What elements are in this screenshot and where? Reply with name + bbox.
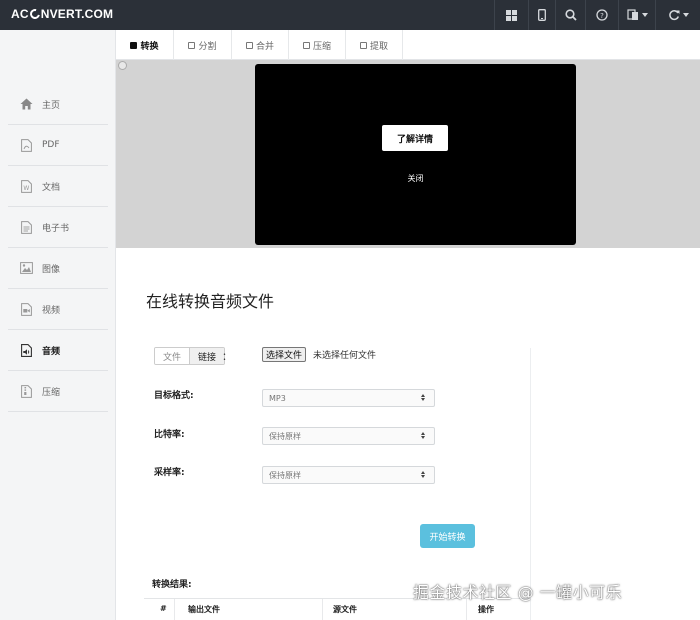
tab-split[interactable]: 分割 — [174, 30, 232, 60]
column-divider — [174, 599, 175, 620]
mobile-button[interactable] — [528, 0, 555, 30]
sidebar-item-pdf[interactable]: PDF — [8, 125, 108, 166]
sidebar-item-label: 主页 — [42, 100, 61, 111]
sidebar-item-ebook[interactable]: 电子书 — [8, 207, 108, 248]
site-logo[interactable]: AC NVERT.COM — [11, 7, 113, 21]
col-index: # — [160, 604, 167, 613]
ebook-icon — [19, 220, 33, 234]
choose-file-button[interactable]: 选择文件 — [262, 347, 307, 362]
image-icon — [19, 261, 33, 275]
language-button[interactable] — [618, 0, 655, 30]
ad-close-link[interactable]: 关闭 — [255, 173, 576, 184]
watermark: 掘金技术社区 @ 一罐小可乐 — [413, 583, 623, 602]
tab-label: 压缩 — [312, 41, 331, 52]
pdf-icon — [19, 138, 33, 152]
sidebar-item-label: 文档 — [42, 182, 61, 193]
source-toggle: 文件 链接 — [154, 347, 226, 365]
mobile-icon — [538, 9, 546, 21]
bitrate-select[interactable]: 保持原样 — [262, 427, 435, 445]
sidebar-item-video[interactable]: 视频 — [8, 289, 108, 330]
select-arrows-icon — [421, 394, 425, 401]
top-navbar: AC NVERT.COM ? — [0, 0, 700, 30]
select-arrows-icon — [421, 432, 425, 439]
col-source-file: 源文件 — [333, 605, 357, 614]
svg-text:?: ? — [600, 12, 604, 20]
tab-compress[interactable]: 压缩 — [289, 30, 346, 60]
col-actions: 操作 — [478, 605, 494, 614]
sidebar-item-label: PDF — [42, 140, 60, 150]
sidebar-item-image[interactable]: 图像 — [8, 248, 108, 289]
sample-rate-value: 保持原样 — [269, 470, 301, 480]
start-convert-button[interactable]: 开始转换 — [420, 524, 475, 548]
document-icon: W — [19, 179, 33, 193]
sidebar-item-archive[interactable]: 压缩 — [8, 371, 108, 412]
tab-label: 转换 — [140, 41, 159, 52]
square-icon — [359, 41, 367, 49]
audio-icon — [19, 343, 33, 357]
video-icon — [19, 302, 33, 316]
sidebar-item-label: 视频 — [42, 305, 61, 316]
home-icon — [19, 97, 33, 111]
column-divider — [322, 599, 323, 620]
ad-learn-more-button[interactable]: 了解详情 — [382, 125, 448, 151]
tab-extract[interactable]: 提取 — [346, 30, 403, 60]
search-button[interactable] — [555, 0, 585, 30]
target-format-value: MP3 — [269, 393, 286, 403]
result-title: 转换结果: — [152, 580, 192, 590]
sidebar-item-audio[interactable]: 音频 — [8, 330, 108, 371]
tab-label: 分割 — [198, 41, 217, 52]
tab-merge[interactable]: 合并 — [232, 30, 289, 60]
select-arrows-icon — [421, 471, 425, 478]
sidebar-item-label: 电子书 — [42, 223, 70, 234]
svg-text:W: W — [23, 185, 29, 192]
sidebar: 主页 PDF W 文档 电子书 图像 视频 音频 压缩 — [0, 30, 116, 620]
tab-label: 提取 — [369, 41, 388, 52]
help-button[interactable]: ? — [585, 0, 618, 30]
logo-ring-icon — [27, 7, 42, 21]
target-format-select[interactable]: MP3 — [262, 389, 435, 407]
grid-button[interactable] — [494, 0, 528, 30]
ad-banner-area: 了解详情 关闭 — [116, 60, 700, 248]
logo-text-right: NVERT.COM — [40, 7, 114, 21]
logo-text-left: AC — [11, 7, 29, 21]
sidebar-item-label: 音频 — [42, 346, 61, 357]
ad-video[interactable]: 了解详情 关闭 — [255, 64, 576, 245]
refresh-button[interactable] — [655, 0, 700, 30]
chevron-down-icon — [682, 13, 689, 17]
tab-convert[interactable]: 转换 — [116, 30, 174, 60]
help-icon: ? — [596, 9, 608, 21]
archive-icon — [19, 384, 33, 398]
sample-rate-select[interactable]: 保持原样 — [262, 466, 435, 484]
sample-rate-label: 采样率: — [154, 468, 185, 478]
tool-tabs: 转换 分割 合并 压缩 提取 — [116, 30, 700, 60]
target-format-label: 目标格式: — [154, 391, 194, 401]
refresh-icon — [668, 10, 679, 21]
language-icon — [626, 9, 638, 20]
sidebar-item-home[interactable]: 主页 — [8, 84, 108, 125]
sidebar-item-label: 图像 — [42, 264, 61, 275]
page-title: 在线转换音频文件 — [146, 292, 275, 311]
ad-info-icon[interactable] — [118, 61, 127, 70]
source-colon: ： — [222, 352, 232, 363]
no-file-text: 未选择任何文件 — [313, 351, 377, 361]
search-icon — [564, 9, 577, 21]
square-icon — [188, 41, 196, 49]
sidebar-item-label: 压缩 — [42, 387, 61, 398]
bitrate-label: 比特率: — [154, 430, 185, 440]
square-icon — [130, 41, 138, 49]
col-output-file: 输出文件 — [188, 605, 220, 614]
source-link-option[interactable]: 链接 — [189, 348, 225, 364]
sidebar-item-document[interactable]: W 文档 — [8, 166, 108, 207]
grid-icon — [506, 9, 517, 21]
chevron-down-icon — [641, 13, 648, 17]
tab-label: 合并 — [255, 41, 274, 52]
bitrate-value: 保持原样 — [269, 431, 301, 441]
source-file-option[interactable]: 文件 — [155, 348, 190, 364]
square-icon — [302, 41, 310, 49]
square-icon — [245, 41, 253, 49]
